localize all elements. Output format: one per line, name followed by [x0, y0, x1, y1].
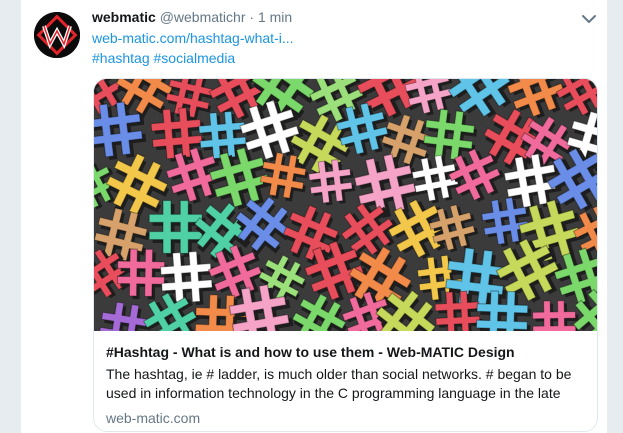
hashtag-link[interactable]: #hashtag — [92, 50, 150, 66]
tweet-hashtags: #hashtag #socialmedia — [92, 49, 235, 67]
card-title: #Hashtag - What is and how to use them -… — [106, 344, 515, 360]
avatar[interactable] — [34, 12, 80, 58]
tweet-link[interactable]: web-matic.com/hashtag-what-i... — [92, 29, 294, 47]
card-image[interactable] — [94, 79, 597, 331]
tweet-timestamp[interactable]: 1 min — [258, 9, 292, 25]
separator-dot: · — [249, 9, 255, 25]
card-description: The hashtag, ie # ladder, is much older … — [106, 366, 572, 401]
tweet[interactable]: webmatic @webmatichr · 1 min web-matic.c… — [20, 0, 608, 433]
author-name[interactable]: webmatic — [92, 9, 156, 25]
chevron-down-icon[interactable] — [581, 12, 597, 26]
hashtag-link[interactable]: #socialmedia — [154, 50, 236, 66]
webmatic-logo-icon — [34, 12, 80, 58]
card-body: #Hashtag - What is and how to use them -… — [106, 343, 587, 427]
card-domain: web-matic.com — [106, 410, 201, 426]
link-preview-card[interactable]: #Hashtag - What is and how to use them -… — [93, 78, 598, 432]
author-handle[interactable]: @webmatichr — [160, 9, 246, 25]
tweet-header: webmatic @webmatichr · 1 min — [92, 8, 292, 26]
